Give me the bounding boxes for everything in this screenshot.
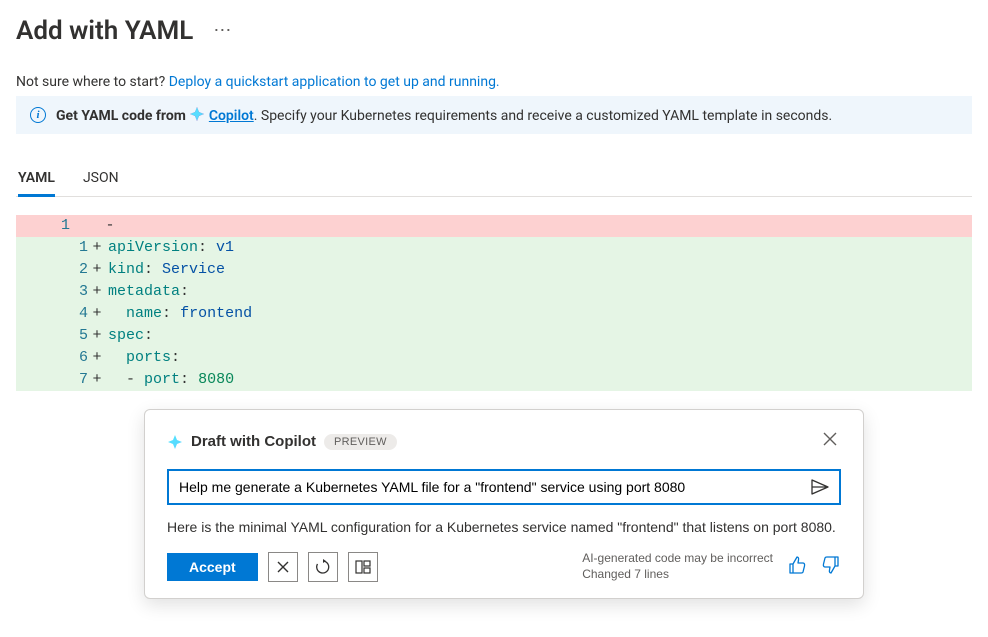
diff-added-line: 2+kind: Service: [16, 259, 972, 281]
diff-added-line: 3+metadata:: [16, 281, 972, 303]
code-content: ports:: [106, 347, 180, 369]
copilot-prompt-input[interactable]: [169, 471, 801, 503]
diff-added-line: 7+ - port: 8080: [16, 369, 972, 391]
refresh-icon: [315, 559, 331, 575]
line-number: 1: [16, 215, 76, 237]
line-number: 7+: [16, 369, 106, 391]
thumbs-down-icon: [821, 555, 841, 575]
help-text: Not sure where to start? Deploy a quicks…: [16, 74, 972, 90]
copilot-draft-panel: Draft with Copilot PREVIEW Here is the m…: [144, 409, 864, 599]
copilot-link[interactable]: Copilot: [209, 108, 254, 124]
help-prefix: Not sure where to start?: [16, 74, 169, 90]
line-number: 6+: [16, 347, 106, 369]
diff-added-line: 5+spec:: [16, 325, 972, 347]
diff-icon: [355, 560, 371, 574]
send-button[interactable]: [801, 479, 839, 495]
more-actions-button[interactable]: ⋯: [209, 18, 235, 44]
line-number: 5+: [16, 325, 106, 347]
close-icon: [276, 560, 290, 574]
diff-added-line: 4+ name: frontend: [16, 303, 972, 325]
tab-yaml[interactable]: YAML: [18, 162, 55, 196]
copilot-icon: [189, 106, 205, 122]
info-icon: i: [30, 107, 46, 123]
code-content: apiVersion: v1: [106, 237, 234, 259]
regenerate-button[interactable]: [308, 552, 338, 582]
diff-removed-line: 1 -: [16, 215, 972, 237]
thumbs-up-icon: [787, 555, 807, 575]
close-panel-button[interactable]: [819, 428, 841, 455]
page-title: Add with YAML: [16, 16, 193, 46]
prompt-input-row: [167, 469, 841, 505]
line-number: 4+: [16, 303, 106, 325]
copilot-icon: [167, 434, 183, 450]
panel-title: Draft with Copilot: [191, 433, 316, 450]
code-content: - port: 8080: [106, 369, 234, 391]
close-icon: [823, 432, 837, 446]
line-number: 1+: [16, 237, 106, 259]
compare-button[interactable]: [348, 552, 378, 582]
discard-button[interactable]: [268, 552, 298, 582]
preview-badge: PREVIEW: [324, 434, 397, 450]
line-number: 2+: [16, 259, 106, 281]
accept-button[interactable]: Accept: [167, 553, 258, 581]
diff-added-line: 6+ ports:: [16, 347, 972, 369]
code-content: spec:: [106, 325, 153, 347]
tab-json[interactable]: JSON: [83, 162, 119, 196]
code-editor[interactable]: 1 - 1+apiVersion: v12+kind: Service3+met…: [16, 215, 972, 391]
thumbs-up-button[interactable]: [787, 555, 807, 579]
diff-added-line: 1+apiVersion: v1: [16, 237, 972, 259]
format-tabs: YAML JSON: [16, 162, 972, 197]
ai-disclaimer: AI-generated code may be incorrect Chang…: [582, 551, 773, 582]
copilot-reply: Here is the minimal YAML configuration f…: [167, 517, 841, 537]
code-content: name: frontend: [106, 303, 252, 325]
copilot-info-banner: i Get YAML code from Copilot. Specify yo…: [16, 96, 972, 134]
thumbs-down-button[interactable]: [821, 555, 841, 579]
banner-tail: . Specify your Kubernetes requirements a…: [254, 108, 832, 124]
send-icon: [811, 479, 829, 495]
diff-minus-glyph: -: [76, 215, 136, 237]
quickstart-link[interactable]: Deploy a quickstart application to get u…: [169, 74, 500, 90]
banner-text: Get YAML code from Copilot. Specify your…: [56, 106, 832, 124]
line-number: 3+: [16, 281, 106, 303]
code-content: metadata:: [106, 281, 189, 303]
code-content: kind: Service: [106, 259, 225, 281]
banner-lead: Get YAML code from: [56, 108, 186, 124]
